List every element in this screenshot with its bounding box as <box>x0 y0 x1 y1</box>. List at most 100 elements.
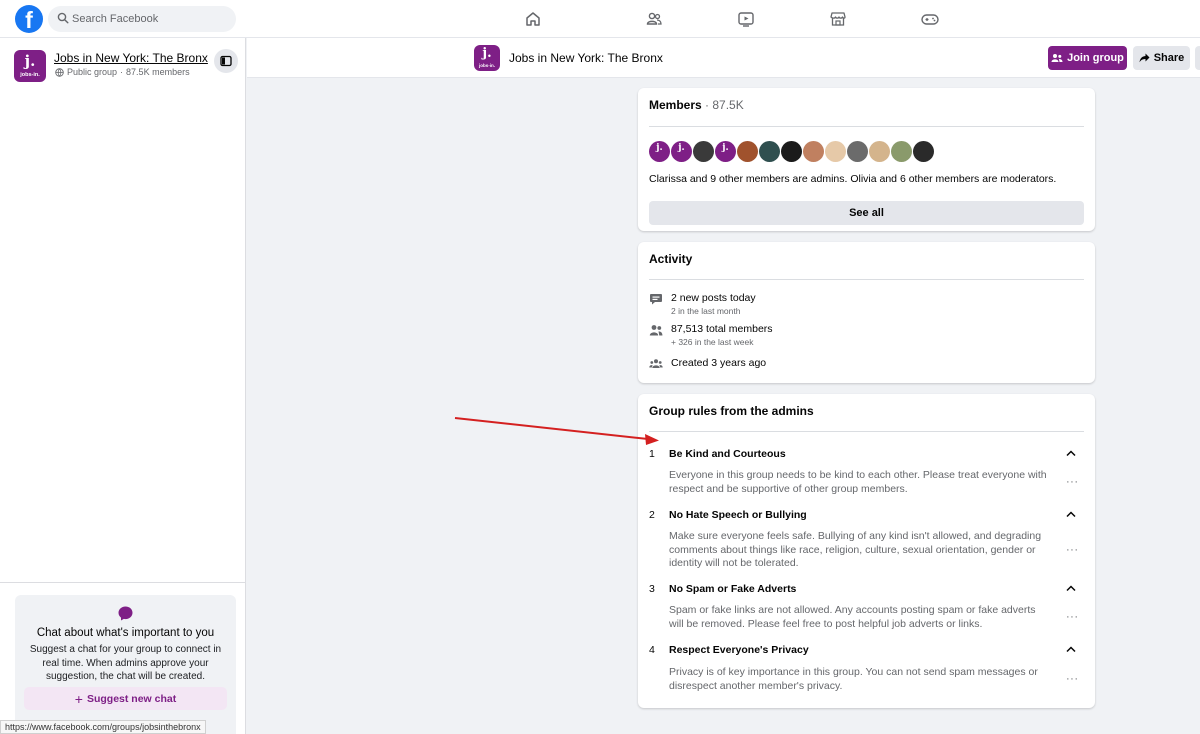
share-label: Share <box>1153 52 1185 64</box>
activity-card: Activity 2 new posts today 2 in the last… <box>638 242 1095 383</box>
group-people-icon <box>649 359 663 368</box>
marketplace-icon[interactable] <box>827 8 849 30</box>
member-avatar[interactable]: j. <box>715 141 736 162</box>
member-avatar[interactable] <box>759 141 780 162</box>
video-icon[interactable] <box>735 8 757 30</box>
member-avatar-letter: j. <box>722 143 729 153</box>
member-avatar[interactable]: j. <box>671 141 692 162</box>
chat-suggestion-card: Chat about what's important to you Sugge… <box>15 595 236 734</box>
search-box[interactable] <box>48 6 236 32</box>
member-count-label: 87.5K members <box>126 67 190 77</box>
left-sidebar: j. jobs-in. Jobs in New York: The Bronx … <box>0 38 246 734</box>
member-avatar[interactable]: j. <box>649 141 670 162</box>
admins-summary: Clarissa and 9 other members are admins.… <box>649 173 1057 185</box>
rule-number: 4 <box>649 644 655 656</box>
chevron-up-icon[interactable] <box>1064 507 1078 521</box>
member-avatar[interactable] <box>847 141 868 162</box>
rule-title[interactable]: Be Kind and Courteous <box>669 448 786 460</box>
activity-divider <box>649 279 1084 280</box>
sidebar-toggle-icon <box>220 55 232 67</box>
chevron-up-icon[interactable] <box>1064 581 1078 595</box>
rule-more-icon[interactable]: ··· <box>1066 476 1079 488</box>
group-avatar-letter: j. <box>24 52 36 70</box>
chat-bubble-icon <box>118 606 133 621</box>
member-avatar[interactable] <box>693 141 714 162</box>
rule-more-icon[interactable]: ··· <box>1066 544 1079 556</box>
member-avatar[interactable] <box>737 141 758 162</box>
plus-icon: + <box>74 690 83 707</box>
posts-bubble-icon <box>650 294 662 305</box>
posts-text: 2 new posts today 2 in the last month <box>671 292 756 316</box>
chevron-up-icon[interactable] <box>1064 642 1078 656</box>
rule-description: Privacy is of key importance in this gro… <box>669 666 1038 692</box>
rule-number: 2 <box>649 509 655 521</box>
privacy-label: Public group <box>67 67 118 77</box>
member-avatar[interactable] <box>803 141 824 162</box>
rule-more-icon[interactable]: ··· <box>1066 673 1079 685</box>
members-card-title: Members · 87.5K <box>649 98 744 112</box>
activity-item-posts: 2 new posts today 2 in the last month <box>649 292 756 316</box>
activity-item-created: Created 3 years ago <box>649 357 766 371</box>
chevron-up-icon[interactable] <box>1064 446 1078 460</box>
home-icon[interactable] <box>522 8 544 30</box>
header-avatar-letter: j. <box>482 46 492 61</box>
rule-title[interactable]: No Spam or Fake Adverts <box>669 583 796 595</box>
facebook-logo[interactable]: f <box>15 5 43 33</box>
share-arrow-icon <box>1139 53 1150 63</box>
suggest-new-chat-button[interactable]: + Suggest new chat <box>24 687 227 710</box>
posts-main: 2 new posts today <box>671 292 756 304</box>
rule-number: 1 <box>649 448 655 460</box>
activity-card-title: Activity <box>649 252 693 266</box>
suggest-new-chat-label: Suggest new chat <box>86 692 177 705</box>
globe-icon <box>55 67 64 77</box>
rule-number: 3 <box>649 583 655 595</box>
sidebar-group-name[interactable]: Jobs in New York: The Bronx <box>54 51 208 65</box>
group-rules-card: Group rules from the admins 1 Be Kind an… <box>638 394 1095 708</box>
collapse-sidebar-button[interactable] <box>214 49 238 73</box>
group-header-avatar[interactable]: j. jobs-in. <box>474 45 500 71</box>
group-header-bar: j. jobs-in. Jobs in New York: The Bronx … <box>247 38 1200 78</box>
member-avatar-row: j. j. j. <box>649 141 934 162</box>
rule-description: Spam or fake links are not allowed. Any … <box>669 604 1036 630</box>
rules-card-title: Group rules from the admins <box>649 404 814 418</box>
posts-sub: 2 in the last month <box>671 306 741 316</box>
groups-icon[interactable] <box>643 8 665 30</box>
see-all-members-button[interactable]: See all <box>649 201 1084 225</box>
group-avatar-text: jobs-in. <box>20 72 40 78</box>
member-avatar[interactable] <box>913 141 934 162</box>
status-bar-url: https://www.facebook.com/groups/jobsinth… <box>0 720 206 734</box>
members-text: 87,513 total members + 326 in the last w… <box>671 323 773 347</box>
rule-more-icon[interactable]: ··· <box>1066 611 1079 623</box>
join-group-icon <box>1051 54 1063 62</box>
members-people-icon <box>649 325 663 336</box>
rule-title[interactable]: No Hate Speech or Bullying <box>669 509 807 521</box>
group-header-title[interactable]: Jobs in New York: The Bronx <box>509 51 663 65</box>
more-options-button[interactable] <box>1195 46 1200 70</box>
search-icon <box>57 12 69 24</box>
join-group-label: Join group <box>1067 52 1124 64</box>
member-avatar-letter: j. <box>656 143 663 153</box>
join-group-button[interactable]: Join group <box>1048 46 1127 70</box>
chat-card-title: Chat about what's important to you <box>36 627 215 639</box>
members-main: 87,513 total members <box>671 323 773 335</box>
group-avatar[interactable]: j. jobs-in. <box>14 50 46 82</box>
sidebar-group-meta: Public group · 87.5K members <box>55 67 190 77</box>
gaming-icon[interactable] <box>919 8 941 30</box>
sidebar-divider <box>0 582 246 583</box>
member-avatar[interactable] <box>869 141 890 162</box>
member-avatar[interactable] <box>891 141 912 162</box>
member-avatar[interactable] <box>781 141 802 162</box>
rules-divider <box>649 431 1084 432</box>
search-input[interactable] <box>72 6 232 32</box>
activity-item-members: 87,513 total members + 326 in the last w… <box>649 323 773 347</box>
share-button[interactable]: Share <box>1133 46 1190 70</box>
members-title-label: Members <box>649 98 702 112</box>
created-text: Created 3 years ago <box>671 357 767 369</box>
members-card: Members · 87.5K j. j. j. Clarissa and 9 ot… <box>638 88 1095 231</box>
member-avatar[interactable] <box>825 141 846 162</box>
rule-description: Make sure everyone feels safe. Bullying … <box>669 530 1042 569</box>
member-avatar-letter: j. <box>678 143 685 153</box>
header-avatar-text: jobs-in. <box>479 63 495 68</box>
members-count-label: · 87.5K <box>705 98 744 112</box>
rule-title[interactable]: Respect Everyone's Privacy <box>669 644 809 656</box>
